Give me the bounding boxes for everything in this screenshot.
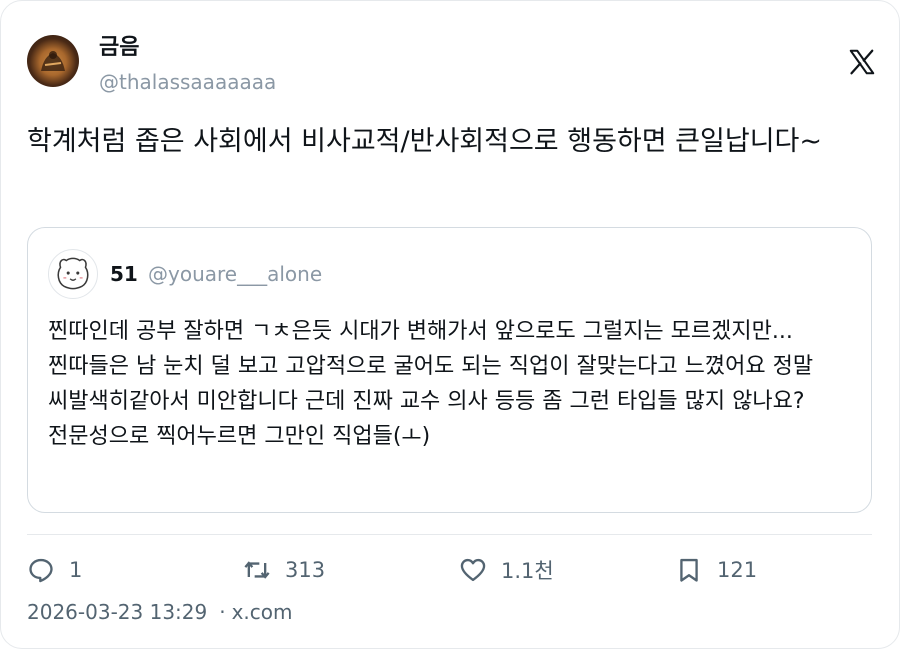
like-count: 1.1천 [501,559,554,583]
retweet-button[interactable]: 313 [243,554,325,586]
bookmark-count: 121 [717,558,758,582]
reply-bubble-icon [29,558,53,583]
tweet-meta: 2026-03-23 13:29 · x.com [27,599,293,625]
reply-button[interactable]: 1 [27,554,82,586]
author-display-name[interactable]: 금음 [99,34,139,62]
reply-count: 1 [69,558,83,582]
actions-divider [27,534,872,535]
author-avatar[interactable] [27,35,79,87]
quoted-author-handle[interactable]: @youare___alone [148,261,322,287]
meta-separator: · [219,600,226,624]
retweet-count: 313 [285,558,326,582]
tweet-source[interactable]: x.com [232,600,293,624]
tweet-card: 금음 @thalassaaaaaaa 학계처럼 좁은 사회에서 비사교적/반사회… [0,0,900,649]
quoted-tweet-text: 찐따인데 공부 잘하면 ㄱㅊ은듯 시대가 변해가서 앞으로도 그럴지는 모르겠지… [48,319,814,449]
tweet-timestamp[interactable]: 2026-03-23 13:29 [27,600,207,624]
like-button[interactable]: 1.1천 [459,554,554,586]
bookmark-button[interactable]: 121 [675,554,757,586]
quoted-author-avatar[interactable] [48,249,98,299]
bookmark-icon [680,558,698,582]
retweet-icon [244,561,270,579]
avatar-figure-icon [41,51,65,71]
quoted-tweet[interactable]: 51 @youare___alone 찐따인데 공부 잘하면 ㄱㅊ은듯 시대가 … [27,227,872,513]
x-logo-icon[interactable] [847,47,877,77]
author-handle[interactable]: @thalassaaaaaaa [99,69,276,95]
tweet-text: 학계처럼 좁은 사회에서 비사교적/반사회적으로 행동하면 큰일납니다~ [27,126,822,157]
heart-icon [460,558,486,582]
quoted-author-display-name[interactable]: 51 [110,261,138,287]
